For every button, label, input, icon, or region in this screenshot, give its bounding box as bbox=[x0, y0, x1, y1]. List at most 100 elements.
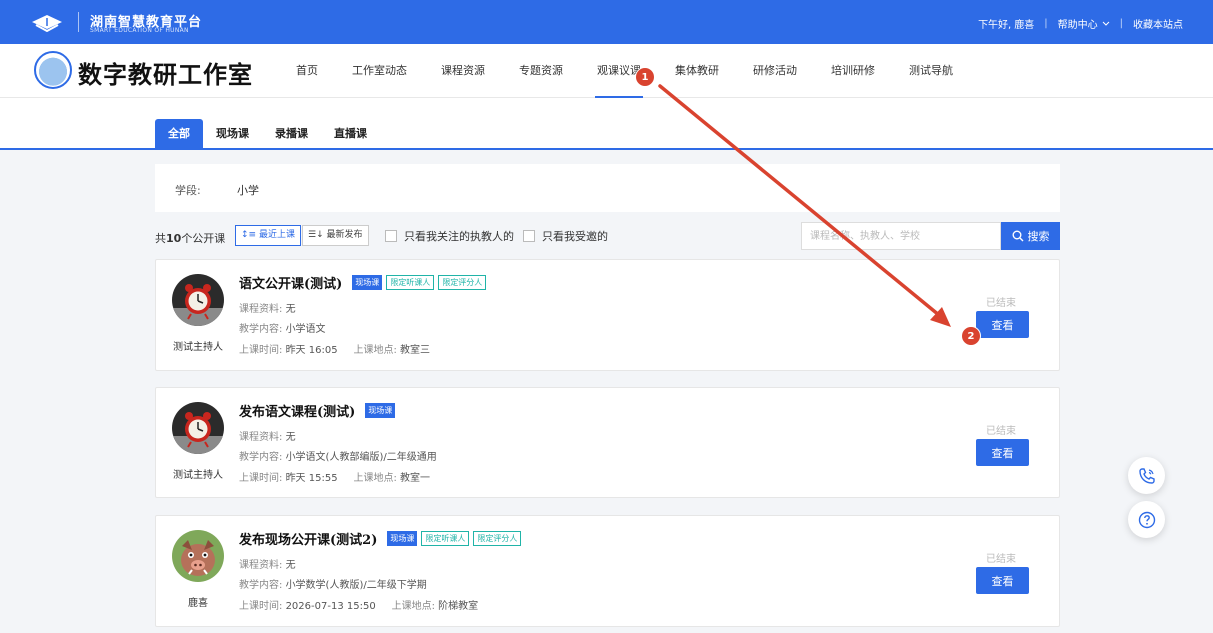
time-value: 2026-07-13 15:50 bbox=[285, 601, 376, 612]
restricted-rater-tag: 限定评分人 bbox=[473, 531, 522, 546]
course-title[interactable]: 语文公开课(测试) bbox=[239, 273, 342, 292]
time-value: 昨天 16:05 bbox=[285, 345, 338, 356]
course-title[interactable]: 发布现场公开课(测试2) bbox=[239, 529, 377, 548]
course-schedule: 上课时间: 昨天 15:55 上课地点: 教室一 bbox=[239, 469, 430, 484]
step-marker-1: 1 bbox=[635, 67, 655, 87]
restricted-listener-tag: 限定听课人 bbox=[386, 275, 435, 290]
nav-item-topic-resources[interactable]: 专题资源 bbox=[519, 44, 563, 98]
stage-filter-option-primary[interactable]: 小学 bbox=[237, 182, 259, 198]
follow-only-checkbox[interactable]: 只看我关注的执教人的 bbox=[385, 228, 514, 244]
course-content: 教学内容: 小学数学(人教版)/二年级下学期 bbox=[239, 576, 427, 591]
course-schedule: 上课时间: 昨天 16:05 上课地点: 教室三 bbox=[239, 341, 430, 356]
checkbox-box[interactable] bbox=[523, 230, 535, 242]
invited-only-checkbox[interactable]: 只看我受邀的 bbox=[523, 228, 608, 244]
restricted-listener-tag: 限定听课人 bbox=[421, 531, 470, 546]
phone-icon bbox=[1138, 467, 1155, 484]
question-icon bbox=[1138, 511, 1155, 528]
studio-header: 数字教研工作室 首页 工作室动态 课程资源 专题资源 观课议课 集体教研 研修活… bbox=[0, 44, 1213, 98]
tab-livestream[interactable]: 直播课 bbox=[321, 119, 380, 149]
sort-newest-button[interactable]: ☰↓ 最新发布 bbox=[302, 225, 369, 246]
time-label: 上课时间: bbox=[239, 601, 283, 612]
place-label: 上课地点: bbox=[353, 345, 397, 356]
search-button-label: 搜索 bbox=[1027, 230, 1050, 243]
material-value: 无 bbox=[285, 432, 296, 443]
invited-only-label: 只看我受邀的 bbox=[542, 230, 608, 243]
nav-item-home[interactable]: 首页 bbox=[296, 44, 318, 98]
time-label: 上课时间: bbox=[239, 345, 283, 356]
studio-title: 数字教研工作室 bbox=[78, 60, 253, 89]
nav-item-lesson-observation[interactable]: 观课议课 bbox=[595, 44, 643, 98]
course-card: 鹿喜 发布现场公开课(测试2) 现场课 限定听课人 限定评分人 课程资料: 无 … bbox=[155, 515, 1060, 627]
course-type-badge: 现场课 bbox=[352, 275, 383, 290]
content-label: 教学内容: bbox=[239, 452, 283, 463]
top-bar: 湖南智慧教育平台 SMART EDUCATION OF HUNAN 下午好, 鹿… bbox=[0, 0, 1213, 44]
content-label: 教学内容: bbox=[239, 324, 283, 335]
course-status: 已结束 bbox=[986, 426, 1016, 437]
help-button[interactable] bbox=[1128, 501, 1165, 538]
count-number: 10 bbox=[166, 232, 182, 245]
user-name-link[interactable]: 鹿喜 bbox=[1014, 16, 1034, 31]
course-type-badge: 现场课 bbox=[387, 531, 418, 546]
platform-name-en: SMART EDUCATION OF HUNAN bbox=[90, 27, 189, 34]
course-content: 教学内容: 小学语文(人教部编版)/二年级通用 bbox=[239, 448, 437, 463]
place-value: 阶梯教室 bbox=[438, 601, 479, 612]
host-avatar bbox=[172, 530, 224, 582]
tab-live-onsite[interactable]: 现场课 bbox=[203, 119, 262, 149]
place-label: 上课地点: bbox=[353, 473, 397, 484]
bookmark-site-link[interactable]: 收藏本站点 bbox=[1133, 16, 1183, 31]
sort-recent-label: 最近上课 bbox=[258, 230, 295, 240]
logo-divider bbox=[78, 12, 79, 32]
greeting: 下午好, bbox=[978, 20, 1012, 31]
search-input[interactable] bbox=[801, 222, 1001, 250]
course-material: 课程资料: 无 bbox=[239, 300, 296, 315]
time-value: 昨天 15:55 bbox=[285, 473, 338, 484]
contact-phone-button[interactable] bbox=[1128, 457, 1165, 494]
count-prefix: 共 bbox=[155, 232, 166, 245]
checkbox-box[interactable] bbox=[385, 230, 397, 242]
course-title-row: 发布语文课程(测试) 现场课 bbox=[239, 401, 399, 420]
nav-item-training[interactable]: 培训研修 bbox=[831, 44, 875, 98]
content-value: 小学语文(人教部编版)/二年级通用 bbox=[285, 452, 437, 463]
course-status: 已结束 bbox=[986, 554, 1016, 565]
nav-item-research-activities[interactable]: 研修活动 bbox=[753, 44, 797, 98]
user-links: 下午好, 鹿喜 | 帮助中心 | 收藏本站点 bbox=[978, 16, 1183, 31]
count-suffix: 个公开课 bbox=[181, 232, 226, 245]
view-button[interactable]: 查看 bbox=[976, 311, 1029, 338]
nav-item-studio-news[interactable]: 工作室动态 bbox=[352, 44, 407, 98]
course-material: 课程资料: 无 bbox=[239, 556, 296, 571]
view-button[interactable]: 查看 bbox=[976, 439, 1029, 466]
view-button[interactable]: 查看 bbox=[976, 567, 1029, 594]
host-name: 测试主持人 bbox=[173, 342, 223, 353]
place-label: 上课地点: bbox=[391, 601, 435, 612]
tab-recorded[interactable]: 录播课 bbox=[262, 119, 321, 149]
course-title[interactable]: 发布语文课程(测试) bbox=[239, 401, 355, 420]
nav-item-test-nav[interactable]: 测试导航 bbox=[909, 44, 953, 98]
chevron-down-icon bbox=[1102, 21, 1109, 26]
material-value: 无 bbox=[285, 560, 296, 571]
cartoon-pig-avatar-icon bbox=[172, 530, 224, 582]
course-title-row: 语文公开课(测试) 现场课 限定听课人 限定评分人 bbox=[239, 273, 490, 292]
sort-recent-button[interactable]: ↕≡ 最近上课 bbox=[235, 225, 301, 246]
follow-only-label: 只看我关注的执教人的 bbox=[404, 230, 514, 243]
step-marker-2: 2 bbox=[961, 326, 981, 346]
host-name: 测试主持人 bbox=[173, 470, 223, 481]
course-card: 测试主持人 发布语文课程(测试) 现场课 课程资料: 无 教学内容: 小学语文(… bbox=[155, 387, 1060, 498]
stage-filter: 学段: 小学 bbox=[155, 164, 1060, 212]
separator: | bbox=[1119, 18, 1123, 29]
nav-item-collective-research[interactable]: 集体教研 bbox=[675, 44, 719, 98]
help-center-link[interactable]: 帮助中心 bbox=[1058, 16, 1098, 31]
course-status: 已结束 bbox=[986, 298, 1016, 309]
material-value: 无 bbox=[285, 304, 296, 315]
search-button[interactable]: 搜索 bbox=[1001, 222, 1060, 250]
tab-all[interactable]: 全部 bbox=[155, 119, 203, 149]
material-label: 课程资料: bbox=[239, 560, 283, 571]
host-name: 鹿喜 bbox=[188, 598, 208, 609]
separator: | bbox=[1044, 18, 1048, 29]
search-icon bbox=[1012, 230, 1023, 242]
alarm-clock-icon bbox=[172, 402, 224, 454]
nav-item-course-resources[interactable]: 课程资源 bbox=[441, 44, 485, 98]
sort-newest-label: 最新发布 bbox=[326, 230, 363, 240]
content-value: 小学数学(人教版)/二年级下学期 bbox=[285, 580, 427, 591]
course-count: 共10个公开课 bbox=[155, 230, 225, 246]
course-title-row: 发布现场公开课(测试2) 现场课 限定听课人 限定评分人 bbox=[239, 529, 525, 548]
